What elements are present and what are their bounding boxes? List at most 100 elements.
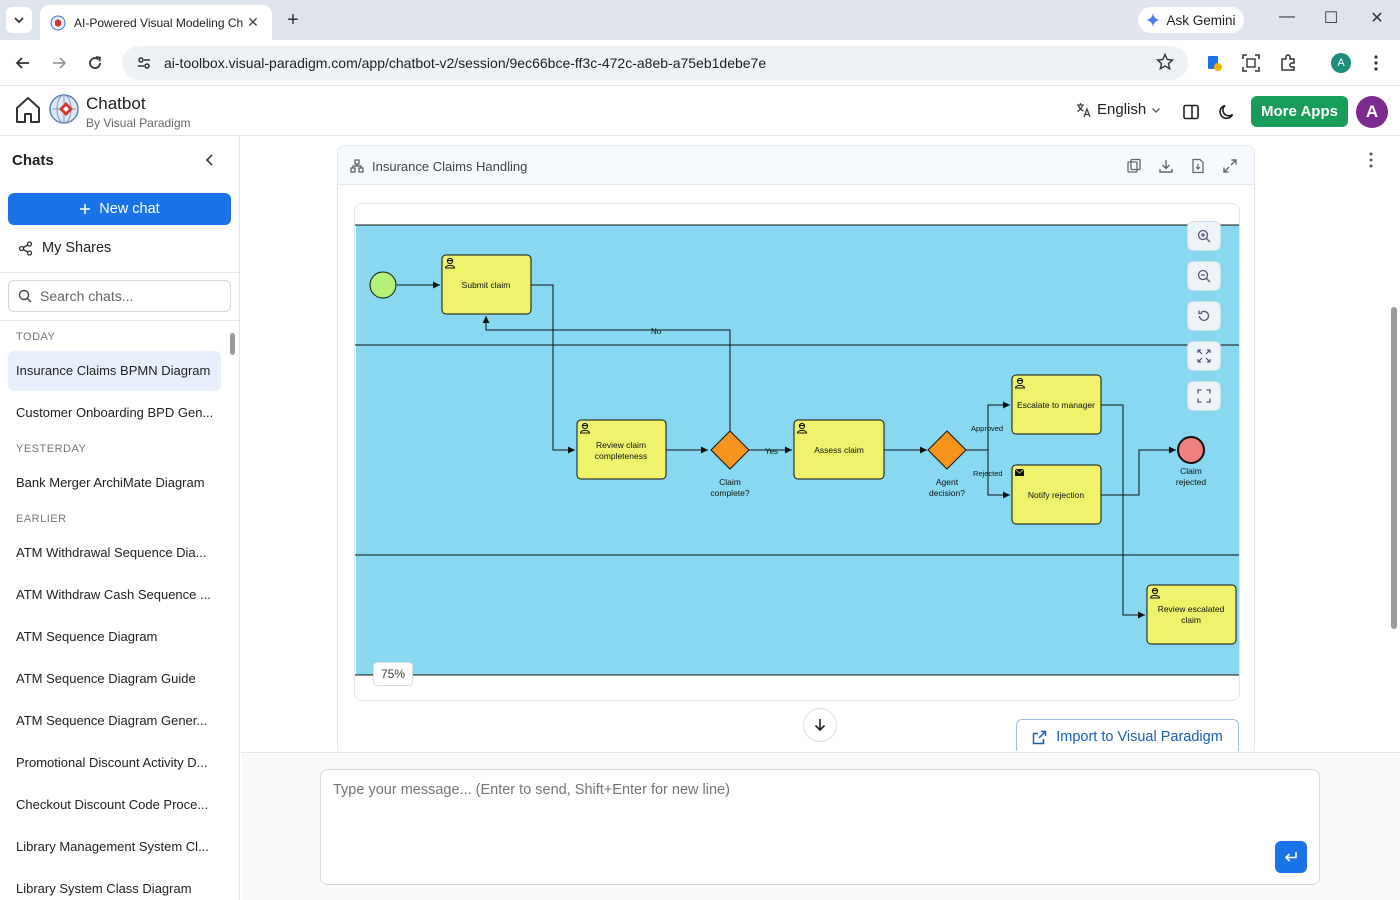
language-selector[interactable]: English — [1076, 101, 1161, 118]
chat-item[interactable]: Library Management System Cl... — [8, 827, 221, 867]
edge-label-yes: Yes — [765, 447, 778, 456]
zoom-in-button[interactable] — [1187, 221, 1221, 251]
start-event[interactable] — [369, 271, 397, 299]
chat-item[interactable]: Insurance Claims BPMN Diagram — [8, 351, 221, 391]
chat-item[interactable]: Library System Class Diagram — [8, 869, 221, 900]
import-label: Import to Visual Paradigm — [1056, 729, 1223, 745]
chat-item[interactable]: Bank Merger ArchiMate Diagram — [8, 463, 221, 503]
new-tab-button[interactable]: + — [282, 9, 304, 31]
task-label: Review escalated — [1158, 604, 1225, 614]
chat-list: TODAY Insurance Claims BPMN Diagram Cust… — [0, 321, 228, 900]
fullscreen-button[interactable] — [1187, 381, 1221, 411]
task-assess-claim[interactable]: Assess claim — [793, 419, 885, 480]
language-label: English — [1097, 101, 1147, 118]
task-submit-claim[interactable]: Submit claim — [441, 254, 532, 315]
main-scrollbar[interactable] — [1391, 307, 1397, 629]
message-options-icon[interactable] — [1369, 152, 1373, 168]
visual-paradigm-logo-icon — [49, 94, 79, 124]
gemini-sparkle-icon — [1146, 13, 1161, 27]
composer-area — [241, 752, 1400, 900]
app-brand: Chatbot By Visual Paradigm — [86, 94, 191, 130]
fullscreen-icon — [1197, 389, 1211, 403]
message-input[interactable] — [333, 782, 1233, 842]
diagram-canvas[interactable]: No Yes Approved Rejected Submit claim Re… — [354, 203, 1240, 701]
copy-icon[interactable] — [1126, 158, 1142, 174]
user-avatar[interactable]: A — [1356, 96, 1388, 128]
reset-view-button[interactable] — [1187, 301, 1221, 331]
chat-item[interactable]: ATM Sequence Diagram Guide — [8, 659, 221, 699]
home-icon[interactable] — [14, 95, 42, 125]
tab-search-button[interactable] — [6, 7, 32, 33]
diagram-title: Insurance Claims Handling — [372, 159, 528, 174]
bookmark-star-icon[interactable] — [1156, 53, 1174, 71]
my-shares-link[interactable]: My Shares — [18, 240, 111, 256]
search-chats-field[interactable]: Search chats... — [8, 280, 231, 312]
task-review-claim[interactable]: Review claim completeness — [576, 419, 667, 480]
site-favicon-icon — [50, 15, 66, 30]
download-icon[interactable] — [1158, 158, 1174, 174]
diagram-card: Insurance Claims Handling No Yes Approve… — [337, 145, 1255, 751]
task-label: claim — [1181, 615, 1201, 625]
ask-gemini-button[interactable]: Ask Gemini — [1138, 7, 1244, 33]
edge-label-approved: Approved — [971, 424, 1003, 433]
search-icon — [18, 289, 32, 303]
chats-sidebar: Chats New chat My Shares Search chats...… — [0, 137, 240, 900]
sidebar-scrollbar[interactable] — [230, 333, 235, 355]
dark-mode-toggle[interactable] — [1217, 102, 1237, 122]
chat-item[interactable]: Checkout Discount Code Proce... — [8, 785, 221, 825]
task-label: completeness — [595, 451, 647, 461]
new-chat-button[interactable]: New chat — [8, 193, 231, 225]
share-icon — [18, 240, 33, 256]
gateway-label: Agent — [936, 477, 959, 487]
send-button[interactable] — [1275, 841, 1307, 873]
chat-item[interactable]: ATM Withdraw Cash Sequence ... — [8, 575, 221, 615]
browser-menu-icon[interactable] — [1365, 52, 1387, 74]
sidebar-title: Chats — [12, 152, 54, 169]
scroll-down-button[interactable] — [803, 708, 837, 742]
group-label-earlier: EARLIER — [16, 513, 67, 525]
expand-icon[interactable] — [1222, 158, 1238, 174]
plus-icon — [80, 204, 91, 214]
group-label-today: TODAY — [16, 331, 56, 343]
address-bar[interactable]: ai-toolbox.visual-paradigm.com/app/chatb… — [122, 46, 1188, 80]
url-text: ai-toolbox.visual-paradigm.com/app/chatb… — [164, 55, 767, 71]
close-window-button[interactable]: ✕ — [1362, 8, 1392, 28]
close-tab-icon[interactable]: ✕ — [244, 14, 262, 31]
minimize-button[interactable]: — — [1272, 8, 1302, 26]
toggle-sidebar-button[interactable] — [1181, 102, 1201, 122]
import-to-visual-paradigm-button[interactable]: Import to Visual Paradigm — [1016, 719, 1239, 751]
task-notify-rejection[interactable]: Notify rejection — [1011, 464, 1102, 525]
zoom-in-icon — [1197, 229, 1211, 243]
back-button[interactable] — [12, 52, 34, 74]
end-event-label: Claim — [1180, 466, 1202, 476]
maximize-button[interactable]: ☐ — [1316, 8, 1346, 28]
screenshot-icon[interactable] — [1240, 52, 1262, 74]
zoom-out-icon — [1197, 269, 1211, 283]
export-file-icon[interactable] — [1190, 158, 1206, 174]
task-escalate-to-manager[interactable]: Escalate to manager — [1011, 374, 1102, 435]
app-name: Chatbot — [86, 94, 146, 113]
fit-view-button[interactable] — [1187, 341, 1221, 371]
chat-item[interactable]: Promotional Discount Activity D... — [8, 743, 221, 783]
task-label: Submit claim — [462, 280, 511, 290]
browser-profile-avatar[interactable]: A — [1331, 53, 1351, 73]
task-review-escalated-claim[interactable]: Review escalated claim — [1146, 584, 1237, 645]
chat-item[interactable]: ATM Sequence Diagram Gener... — [8, 701, 221, 741]
reload-button[interactable] — [84, 52, 106, 74]
site-info-icon[interactable] — [136, 55, 152, 71]
message-composer — [320, 769, 1320, 885]
zoom-out-button[interactable] — [1187, 261, 1221, 291]
browser-tab[interactable]: AI-Powered Visual Modeling Ch ✕ — [40, 5, 272, 40]
search-chats-placeholder: Search chats... — [40, 288, 134, 304]
collapse-sidebar-icon[interactable] — [204, 153, 216, 167]
chat-item[interactable]: ATM Sequence Diagram — [8, 617, 221, 657]
reset-icon — [1198, 310, 1210, 321]
group-label-yesterday: YESTERDAY — [16, 443, 87, 455]
app-header: Chatbot By Visual Paradigm English More … — [0, 87, 1400, 136]
chat-item[interactable]: Customer Onboarding BPD Gen... — [8, 393, 221, 433]
forward-button[interactable] — [48, 52, 70, 74]
more-apps-button[interactable]: More Apps — [1251, 96, 1348, 127]
chat-item[interactable]: ATM Withdrawal Sequence Dia... — [8, 533, 221, 573]
extension-icon[interactable] — [1203, 52, 1225, 74]
extensions-puzzle-icon[interactable] — [1277, 52, 1299, 74]
